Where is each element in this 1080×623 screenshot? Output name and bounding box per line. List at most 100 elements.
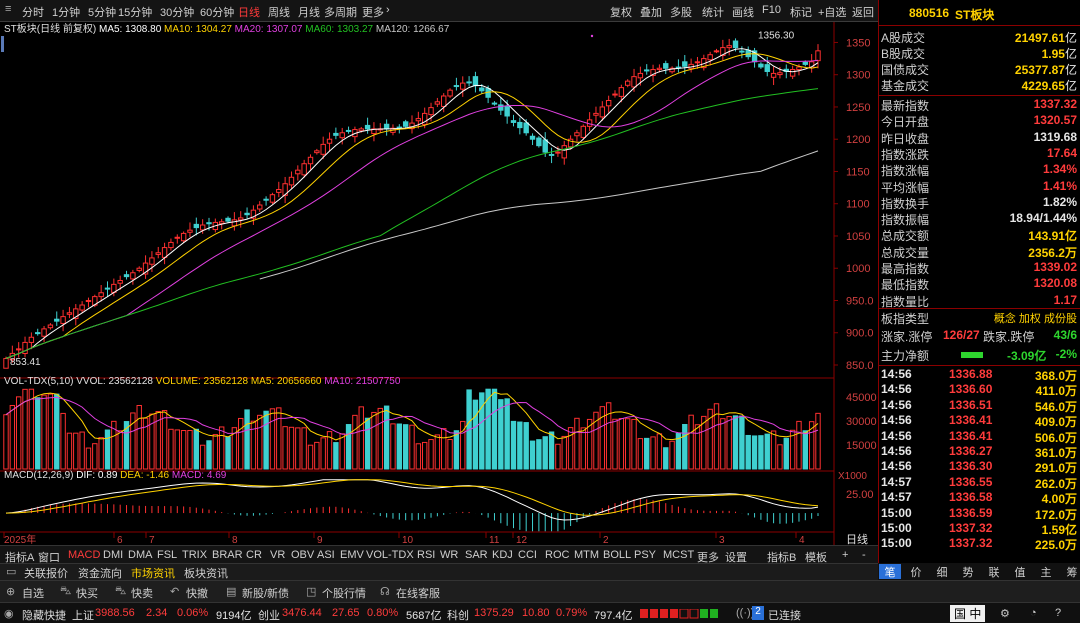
right-tab-6[interactable]: 主 [1035,564,1057,579]
candle-body [231,219,238,227]
chevron-right-icon[interactable]: › [386,4,390,16]
indicator-6[interactable]: TRIX [182,549,207,561]
turnover-row: 国债成交 25377.87亿 [881,61,1077,77]
right-tab-7[interactable]: 筹 [1061,564,1080,579]
period-0[interactable]: 分时 [22,4,44,20]
indicator-17[interactable]: KDJ [492,549,513,561]
indicator-10[interactable]: OBV [291,549,314,561]
volume-bar [682,423,688,470]
stat-label: 指数涨跌 [881,147,930,162]
chart-area[interactable]: 850.0 900.0 950.0 1000 1050 1100 1150 1200 1250 1… [0,22,878,560]
action-5[interactable]: F10 [762,4,781,16]
candle-body [555,151,561,154]
help-icon[interactable]: ? [1055,607,1061,619]
indicator-8[interactable]: CR [246,549,262,561]
indicator-19[interactable]: ROC [545,549,569,561]
toolbar-button-1[interactable]: 快买 [76,585,98,601]
collapse-icon[interactable]: ▭ [6,565,16,578]
action-4[interactable]: 画线 [732,4,754,20]
stat-value: 143.91亿 [1028,229,1077,244]
indicator-13[interactable]: VOL-TDX [366,549,414,561]
indicator-4[interactable]: DMA [128,549,152,561]
indicator-16[interactable]: SAR [465,549,488,561]
volume-bar [98,437,104,470]
toolbar-button-6[interactable]: 在线客服 [396,585,440,601]
indicator-21[interactable]: BOLL [603,549,631,561]
stat-row: 指数涨跌 17.64 [881,146,1077,162]
indicator-14[interactable]: RSI [417,549,435,561]
action-3[interactable]: 统计 [702,4,724,20]
toolbar-button-0[interactable]: 自选 [22,585,44,601]
right-tab-5[interactable]: 值 [1009,564,1031,579]
breadth-bar-icon [640,609,718,619]
action-2[interactable]: 多股 [670,4,692,20]
type-value[interactable]: 概念 加权 成份股 [994,310,1077,326]
toolbar-button-2[interactable]: 快卖 [131,585,153,601]
info-tab-0[interactable]: 关联报价 [24,565,68,581]
volume-bar [320,437,326,470]
period-3[interactable]: 15分钟 [118,4,152,20]
right-tab-4[interactable]: 联 [983,564,1005,579]
settings-icon[interactable]: ⚙ [1000,607,1010,620]
volume-bar [536,439,542,470]
right-tab-1[interactable]: 价 [905,564,927,579]
toolbar-button-3[interactable]: 快撤 [186,585,208,601]
indicator-15[interactable]: WR [440,549,458,561]
sh-index-name[interactable]: 上证 [72,607,94,623]
turnover-unit: 亿 [1064,31,1077,45]
right-tab-3[interactable]: 势 [957,564,979,579]
right-tab-0[interactable]: 笔 [879,564,901,579]
info-tab-1[interactable]: 资金流向 [78,565,122,581]
indicator-9[interactable]: VR [270,549,285,561]
info-tab-3[interactable]: 板块资讯 [184,565,228,581]
ime-indicator[interactable]: 国 中 [950,605,986,622]
info-tab-2[interactable]: 市场资讯 [131,565,175,581]
tick-price: 1336.60 [949,382,993,397]
indicator-11[interactable]: ASI [317,549,335,561]
volume-bar [345,424,352,470]
period-4[interactable]: 30分钟 [160,4,194,20]
scroll-handle[interactable] [1,36,4,52]
period-2[interactable]: 5分钟 [88,4,116,20]
period-9[interactable]: 多周期 [324,4,357,20]
indicator-7[interactable]: BRAR [212,549,243,561]
toolbar-button-4[interactable]: 新股/新债 [242,585,289,601]
period-6[interactable]: 日线 [238,4,260,20]
indicator-18[interactable]: CCI [518,549,537,561]
hint-icon[interactable]: ◔ [1030,607,1037,619]
indicator-3[interactable]: DMI [103,549,123,561]
indicator-5[interactable]: FSL [157,549,177,561]
right-tab-2[interactable]: 细 [931,564,953,579]
toolbar-button-5[interactable]: 个股行情 [322,585,366,601]
eye-icon[interactable]: ◉ [4,607,14,620]
hide-shortcut-button[interactable]: 隐藏快捷 [22,607,66,623]
period-5[interactable]: 60分钟 [200,4,234,20]
indicator-23[interactable]: MCST [663,549,694,561]
volume-bar [377,407,383,470]
indicator-20[interactable]: MTM [574,549,599,561]
tick-time: 14:56 [881,397,912,412]
cy-index-name[interactable]: 创业 [258,607,280,623]
volume-bar [136,405,142,470]
flow-bar-icon [961,352,983,358]
volume-bar [383,405,390,470]
divider [879,308,1080,309]
indicator-12[interactable]: EMV [340,549,364,561]
action-8[interactable]: 返回 [852,4,874,20]
action-0[interactable]: 复权 [610,4,632,20]
period-8[interactable]: 月线 [298,4,320,20]
candle-body [694,61,701,64]
kc-index-name[interactable]: 科创 [447,607,469,623]
indicator-right-2[interactable]: + [842,549,848,561]
menu-icon[interactable]: ≡ [5,3,11,15]
period-7[interactable]: 周线 [268,4,290,20]
period-1[interactable]: 1分钟 [52,4,80,20]
period-10[interactable]: 更多 [362,4,384,20]
action-7[interactable]: +自选 [818,4,846,20]
indicator-2[interactable]: MACD [68,549,100,561]
indicator-right-3[interactable]: - [862,549,866,561]
indicator-22[interactable]: PSY [634,549,656,561]
indicator-bar: 指标A 窗口 MACD DMI DMA FSL TRIX BRAR CR VR OBV ASI EMV V… [0,545,878,564]
action-1[interactable]: 叠加 [640,4,662,20]
action-6[interactable]: 标记 [790,4,812,20]
